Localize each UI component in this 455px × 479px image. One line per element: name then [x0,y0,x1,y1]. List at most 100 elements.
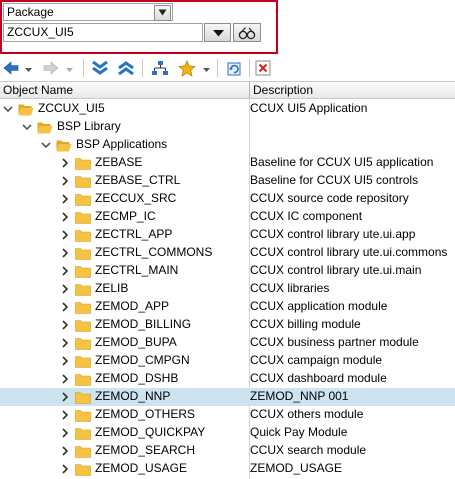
hierarchy-icon [152,61,168,75]
tree-item-name[interactable]: ZEMOD_BUPA [95,335,177,349]
tree-row[interactable]: ZEMOD_SEARCH CCUX search module [0,442,455,460]
hierarchy-button[interactable] [148,57,171,78]
expanded-chevron-icon[interactable] [22,122,32,132]
folder-icon [75,266,91,278]
tree-row[interactable]: ZEBASE_CTRL Baseline for CCUX UI5 control… [0,172,455,190]
object-type-dropdown[interactable]: Package [3,3,173,21]
collapsed-chevron-icon[interactable] [60,464,70,474]
tree-row[interactable]: ZECMP_IC CCUX IC component [0,208,455,226]
collapsed-chevron-icon[interactable] [60,284,70,294]
tree-row[interactable]: ZEMOD_USAGE ZEMOD_USAGE [0,460,455,478]
display-button[interactable] [233,23,261,42]
tree-row[interactable]: ZEMOD_DSHB CCUX dashboard module [0,370,455,388]
collapsed-chevron-icon[interactable] [60,428,70,438]
folder-icon [75,230,91,242]
collapsed-chevron-icon[interactable] [60,356,70,366]
collapsed-chevron-icon[interactable] [60,176,70,186]
collapse-all-button[interactable] [114,57,137,78]
collapsed-chevron-icon[interactable] [60,266,70,276]
forward-button[interactable] [37,57,79,78]
tree-row[interactable]: ZECTRL_COMMONS CCUX control library ute.u… [0,244,455,262]
tree-item-name[interactable]: ZECTRL_COMMONS [95,245,212,259]
folder-icon [75,248,91,260]
tree-item-description: Baseline for CCUX UI5 controls [250,173,419,187]
star-icon [178,60,196,77]
tree-item-description: CCUX control library ute.ui.main [250,263,422,277]
tree-row[interactable]: ZEMOD_NNP ZEMOD_NNP 001 [0,388,455,406]
triangle-down-icon [213,30,224,37]
chevron-down-icon[interactable] [154,5,171,21]
column-header-description[interactable]: Description [253,83,313,97]
tree-row[interactable]: ZELIB CCUX libraries [0,280,455,298]
tree-item-name[interactable]: ZEMOD_DSHB [95,371,178,385]
tree-item-name[interactable]: ZEBASE [95,155,142,169]
folder-icon [75,194,91,206]
close-icon [255,60,271,76]
tree-item-name[interactable]: ZEMOD_OTHERS [95,407,195,421]
close-button[interactable] [252,57,274,78]
tree-row[interactable]: ZEMOD_BILLING CCUX billing module [0,316,455,334]
collapsed-chevron-icon[interactable] [60,248,70,258]
tree-row[interactable]: BSP Library [0,118,455,136]
tree-row[interactable]: ZECTRL_APP CCUX control library ute.ui.ap… [0,226,455,244]
tree-item-name[interactable]: ZEMOD_QUICKPAY [95,425,205,439]
tree-item-name[interactable]: ZELIB [95,281,128,295]
tree-item-name[interactable]: ZEMOD_BILLING [95,317,191,331]
tree-item-name[interactable]: ZECCUX_SRC [95,191,176,205]
toolbar-separator [217,59,218,77]
tree-item-name[interactable]: ZECMP_IC [95,209,156,223]
collapsed-chevron-icon[interactable] [60,158,70,168]
tree-row[interactable]: ZEMOD_QUICKPAY Quick Pay Module [0,424,455,442]
tree-row[interactable]: ZCCUX_UI5 CCUX UI5 Application [0,100,455,118]
collapsed-chevron-icon[interactable] [60,230,70,240]
double-chevron-up-icon [118,61,134,76]
column-resize-handle[interactable] [249,82,250,98]
tree-row[interactable]: ZECTRL_MAIN CCUX control library ute.ui.m… [0,262,455,280]
back-button[interactable] [0,57,34,78]
tree-item-name[interactable]: ZEMOD_CMPGN [95,353,190,367]
open-folder-icon [37,122,53,134]
collapsed-chevron-icon[interactable] [60,410,70,420]
tree-item-name[interactable]: ZEMOD_USAGE [95,461,187,475]
tree-item-name[interactable]: ZECTRL_MAIN [95,263,178,277]
folder-icon [75,464,91,476]
tree-item-name[interactable]: ZEMOD_SEARCH [95,443,195,457]
collapsed-chevron-icon[interactable] [60,446,70,456]
tree-header: Object Name Description [0,81,455,99]
collapsed-chevron-icon[interactable] [60,320,70,330]
tree-item-name[interactable]: ZEBASE_CTRL [95,173,180,187]
tree-row[interactable]: ZEMOD_CMPGN CCUX campaign module [0,352,455,370]
tree-row[interactable]: ZEMOD_OTHERS CCUX others module [0,406,455,424]
collapsed-chevron-icon[interactable] [60,392,70,402]
tree-row[interactable]: ZEMOD_BUPA CCUX business partner module [0,334,455,352]
tree-item-name[interactable]: ZCCUX_UI5 [38,101,105,115]
collapsed-chevron-icon[interactable] [60,302,70,312]
tree-item-name[interactable]: ZEMOD_NNP [95,389,170,403]
object-tree: ZCCUX_UI5 CCUX UI5 Application BSP Library… [0,99,455,479]
folder-icon [75,374,91,386]
collapsed-chevron-icon[interactable] [60,374,70,384]
column-header-object-name[interactable]: Object Name [3,83,73,97]
tree-item-description: CCUX business partner module [250,335,419,349]
favorites-button[interactable] [175,57,213,78]
collapsed-chevron-icon[interactable] [60,194,70,204]
package-history-button[interactable] [204,23,231,42]
tree-row[interactable]: ZEBASE Baseline for CCUX UI5 application [0,154,455,172]
collapsed-chevron-icon[interactable] [60,338,70,348]
tree-item-name[interactable]: BSP Applications [76,137,167,151]
toolbar [0,57,455,79]
tree-row[interactable]: ZECCUX_SRC CCUX source code repository [0,190,455,208]
collapsed-chevron-icon[interactable] [60,212,70,222]
expanded-chevron-icon[interactable] [3,104,13,114]
tree-row[interactable]: ZEMOD_APP CCUX application module [0,298,455,316]
package-input[interactable]: ZCCUX_UI5 [3,23,203,42]
refresh-button[interactable] [222,57,245,78]
folder-icon [75,428,91,440]
tree-row[interactable]: BSP Applications [0,136,455,154]
expanded-chevron-icon[interactable] [41,140,51,150]
tree-item-name[interactable]: ZECTRL_APP [95,227,172,241]
toolbar-separator [142,59,143,77]
tree-item-name[interactable]: BSP Library [57,119,121,133]
tree-item-name[interactable]: ZEMOD_APP [95,299,169,313]
expand-all-button[interactable] [88,57,111,78]
